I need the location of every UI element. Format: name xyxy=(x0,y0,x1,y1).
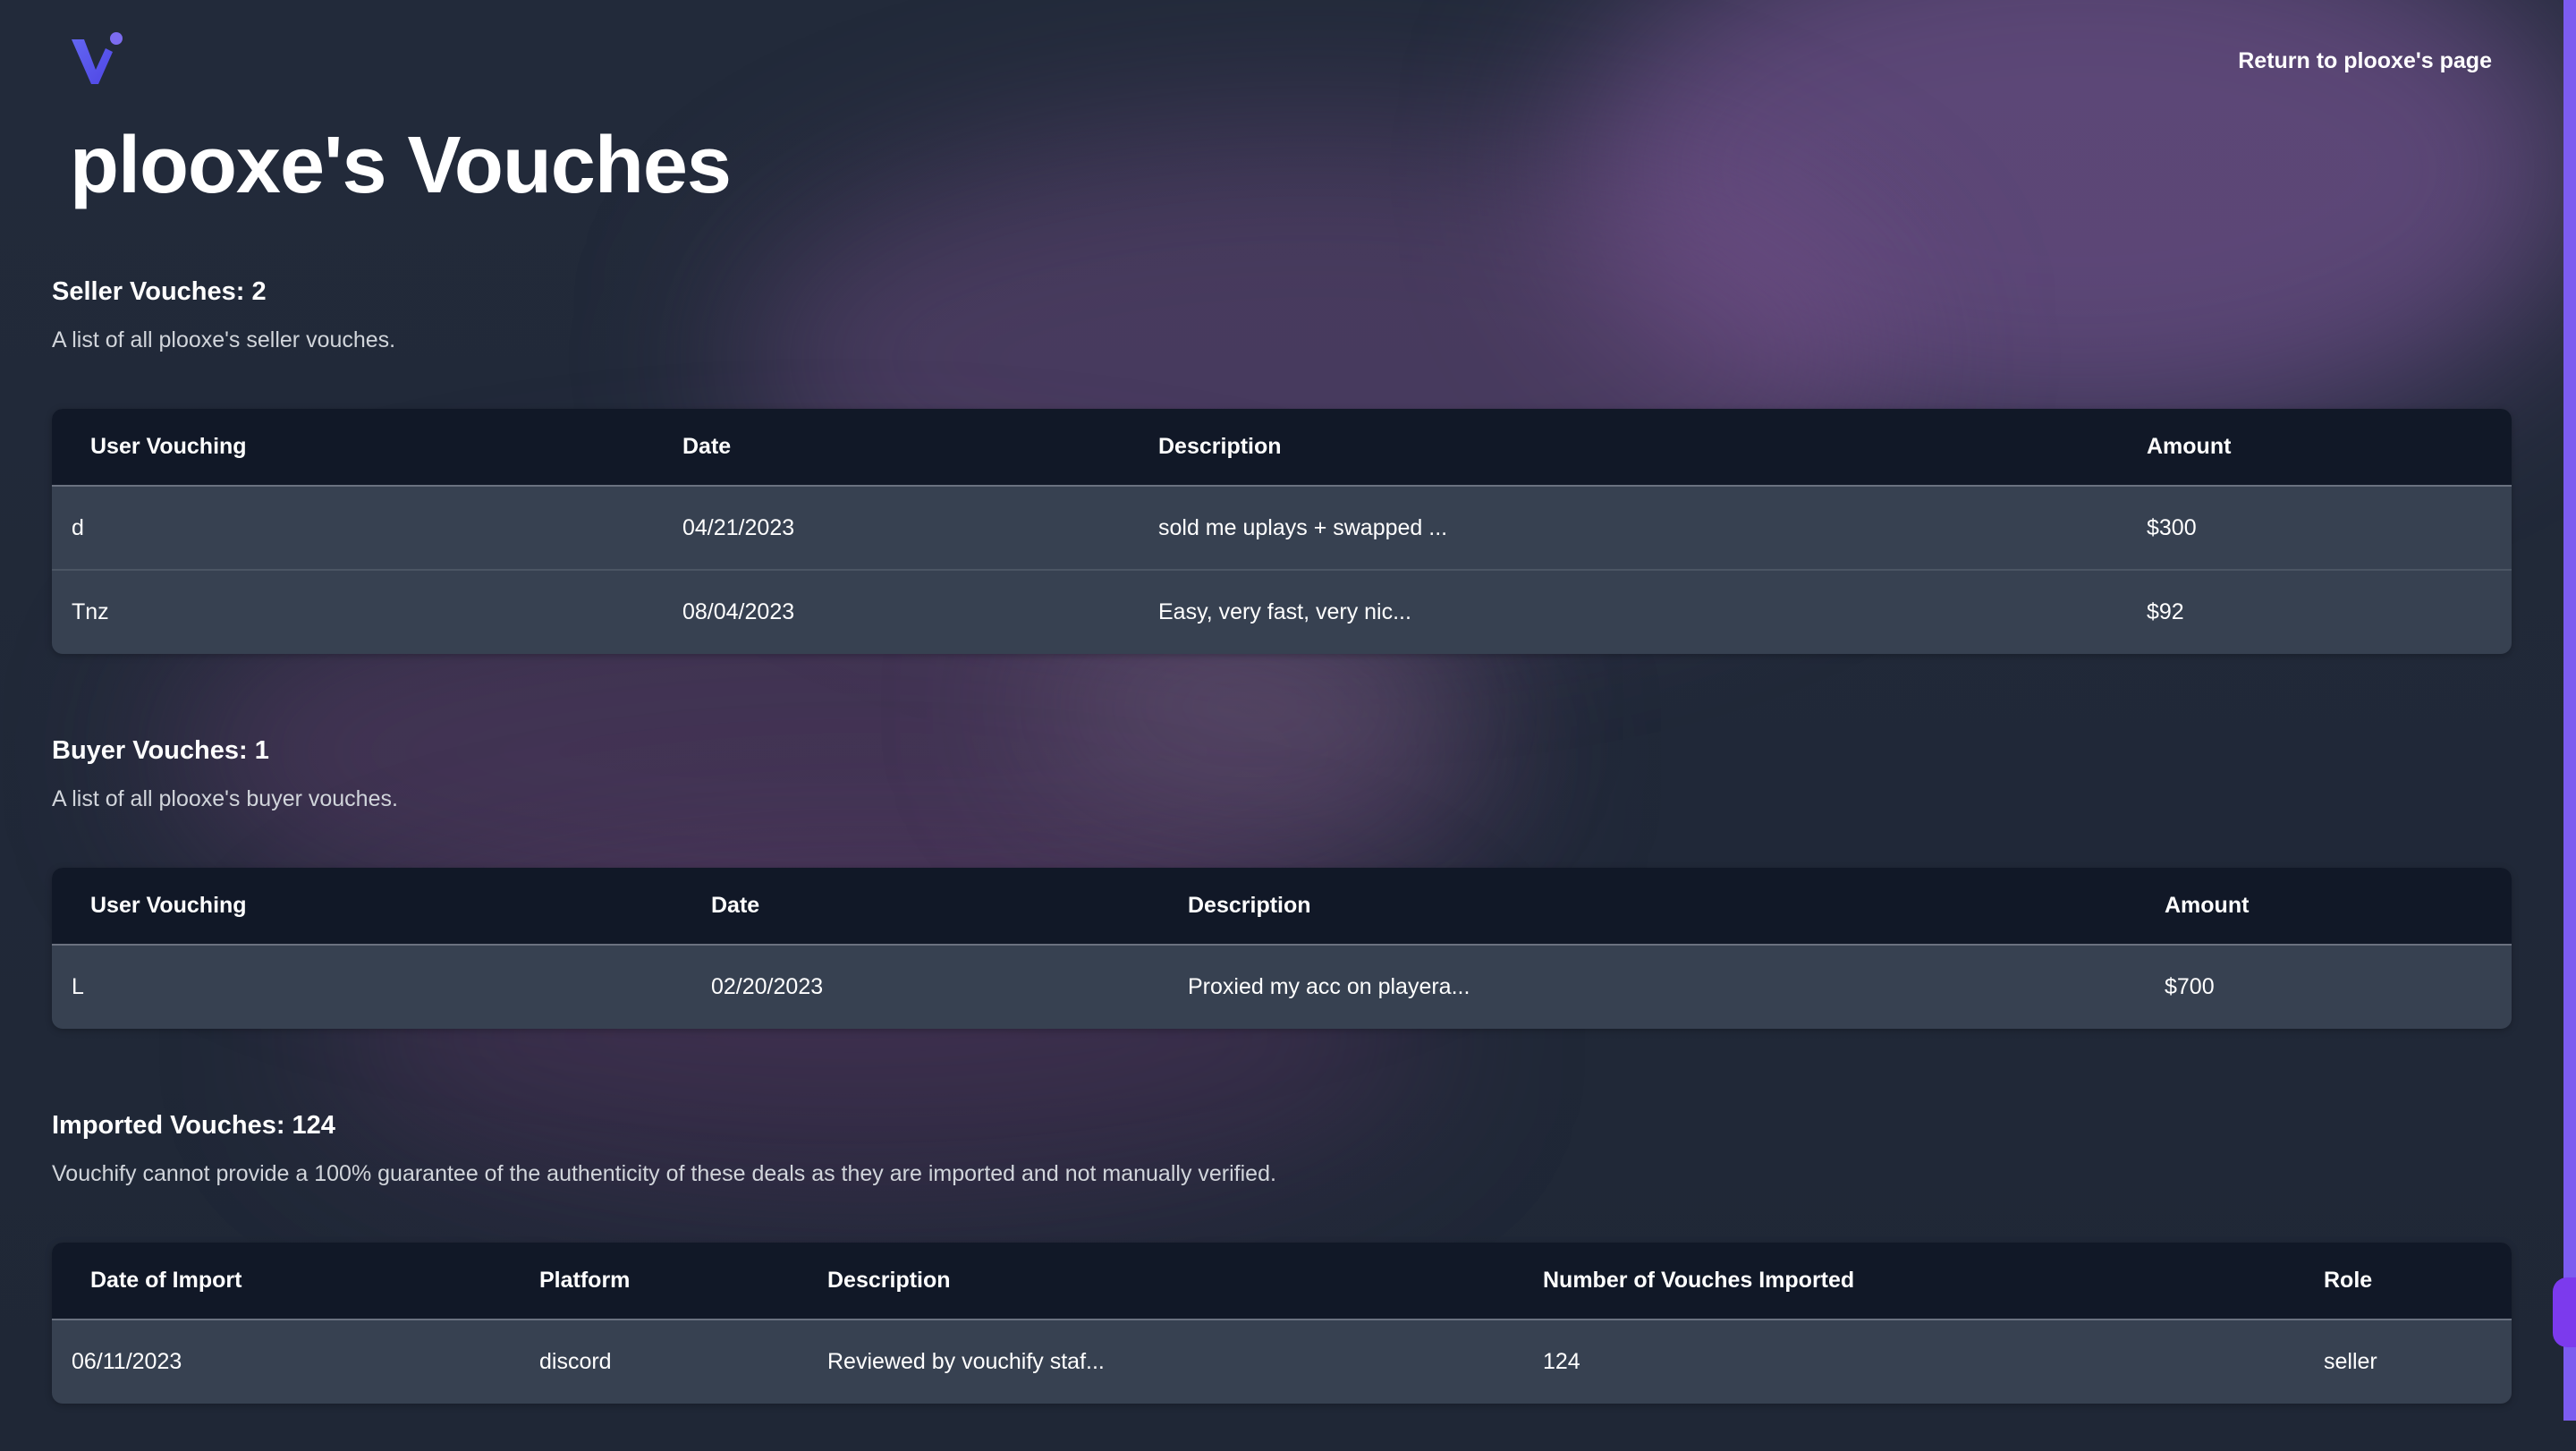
table-row[interactable]: L 02/20/2023 Proxied my acc on playera..… xyxy=(52,945,2512,1029)
column-header: Platform xyxy=(539,1268,631,1293)
date-cell: 02/20/2023 xyxy=(711,974,824,999)
chat-widget-button[interactable] xyxy=(2553,1277,2576,1347)
column-header: Amount xyxy=(2165,893,2250,918)
column-header: Number of Vouches Imported xyxy=(1543,1268,1855,1293)
description-cell: sold me uplays + swapped ... xyxy=(1158,514,1448,540)
return-to-profile-link[interactable]: Return to plooxe's page xyxy=(2238,48,2492,74)
imported-vouches-title: Imported Vouches: 124 xyxy=(52,1111,335,1140)
amount-cell: $700 xyxy=(2165,974,2215,999)
description-cell: Proxied my acc on playera... xyxy=(1188,974,1470,999)
amount-cell: $300 xyxy=(2147,514,2197,540)
platform-cell: discord xyxy=(539,1349,612,1374)
table-header-row: User Vouching Date Description Amount xyxy=(52,868,2512,945)
seller-vouches-title: Seller Vouches: 2 xyxy=(52,277,267,306)
column-header: Description xyxy=(1188,893,1311,918)
description-cell: Reviewed by vouchify staf... xyxy=(827,1349,1105,1374)
user-vouching-cell: Tnz xyxy=(72,599,109,624)
column-header: Date xyxy=(711,893,760,918)
vouchify-logo-icon[interactable] xyxy=(68,30,127,89)
imported-vouches-disclaimer: Vouchify cannot provide a 100% guarantee… xyxy=(52,1161,1276,1186)
buyer-vouches-description: A list of all plooxe's buyer vouches. xyxy=(52,786,398,811)
date-of-import-cell: 06/11/2023 xyxy=(72,1349,182,1374)
seller-vouches-description: A list of all plooxe's seller vouches. xyxy=(52,327,396,352)
table-header-row: User Vouching Date Description Amount xyxy=(52,409,2512,486)
column-header: Date of Import xyxy=(90,1268,242,1293)
column-header: Description xyxy=(827,1268,951,1293)
column-header: Description xyxy=(1158,434,1282,459)
date-cell: 04/21/2023 xyxy=(682,514,795,540)
page-title: plooxe's Vouches xyxy=(70,121,732,210)
user-vouching-cell: L xyxy=(72,974,84,999)
buyer-vouches-title: Buyer Vouches: 1 xyxy=(52,736,269,765)
role-cell: seller xyxy=(2324,1349,2377,1374)
table-row[interactable]: d 04/21/2023 sold me uplays + swapped ..… xyxy=(52,486,2512,570)
scrollbar[interactable] xyxy=(2563,0,2576,1421)
column-header: Date xyxy=(682,434,732,459)
column-header: Role xyxy=(2324,1268,2373,1293)
description-cell: Easy, very fast, very nic... xyxy=(1158,599,1411,624)
user-vouching-cell: d xyxy=(72,514,84,540)
amount-cell: $92 xyxy=(2147,599,2184,624)
imported-vouches-table: Date of Import Platform Description Numb… xyxy=(52,1243,2512,1404)
vouches-count-cell: 124 xyxy=(1543,1349,1580,1374)
table-header-row: Date of Import Platform Description Numb… xyxy=(52,1243,2512,1319)
date-cell: 08/04/2023 xyxy=(682,599,795,624)
page-content: Return to plooxe's page plooxe's Vouches… xyxy=(0,0,2576,1451)
column-header: User Vouching xyxy=(90,434,247,459)
table-row[interactable]: Tnz 08/04/2023 Easy, very fast, very nic… xyxy=(52,570,2512,654)
table-row[interactable]: 06/11/2023 discord Reviewed by vouchify … xyxy=(52,1319,2512,1404)
column-header: User Vouching xyxy=(90,893,247,918)
seller-vouches-table: User Vouching Date Description Amount d … xyxy=(52,409,2512,654)
buyer-vouches-table: User Vouching Date Description Amount L … xyxy=(52,868,2512,1029)
column-header: Amount xyxy=(2147,434,2232,459)
